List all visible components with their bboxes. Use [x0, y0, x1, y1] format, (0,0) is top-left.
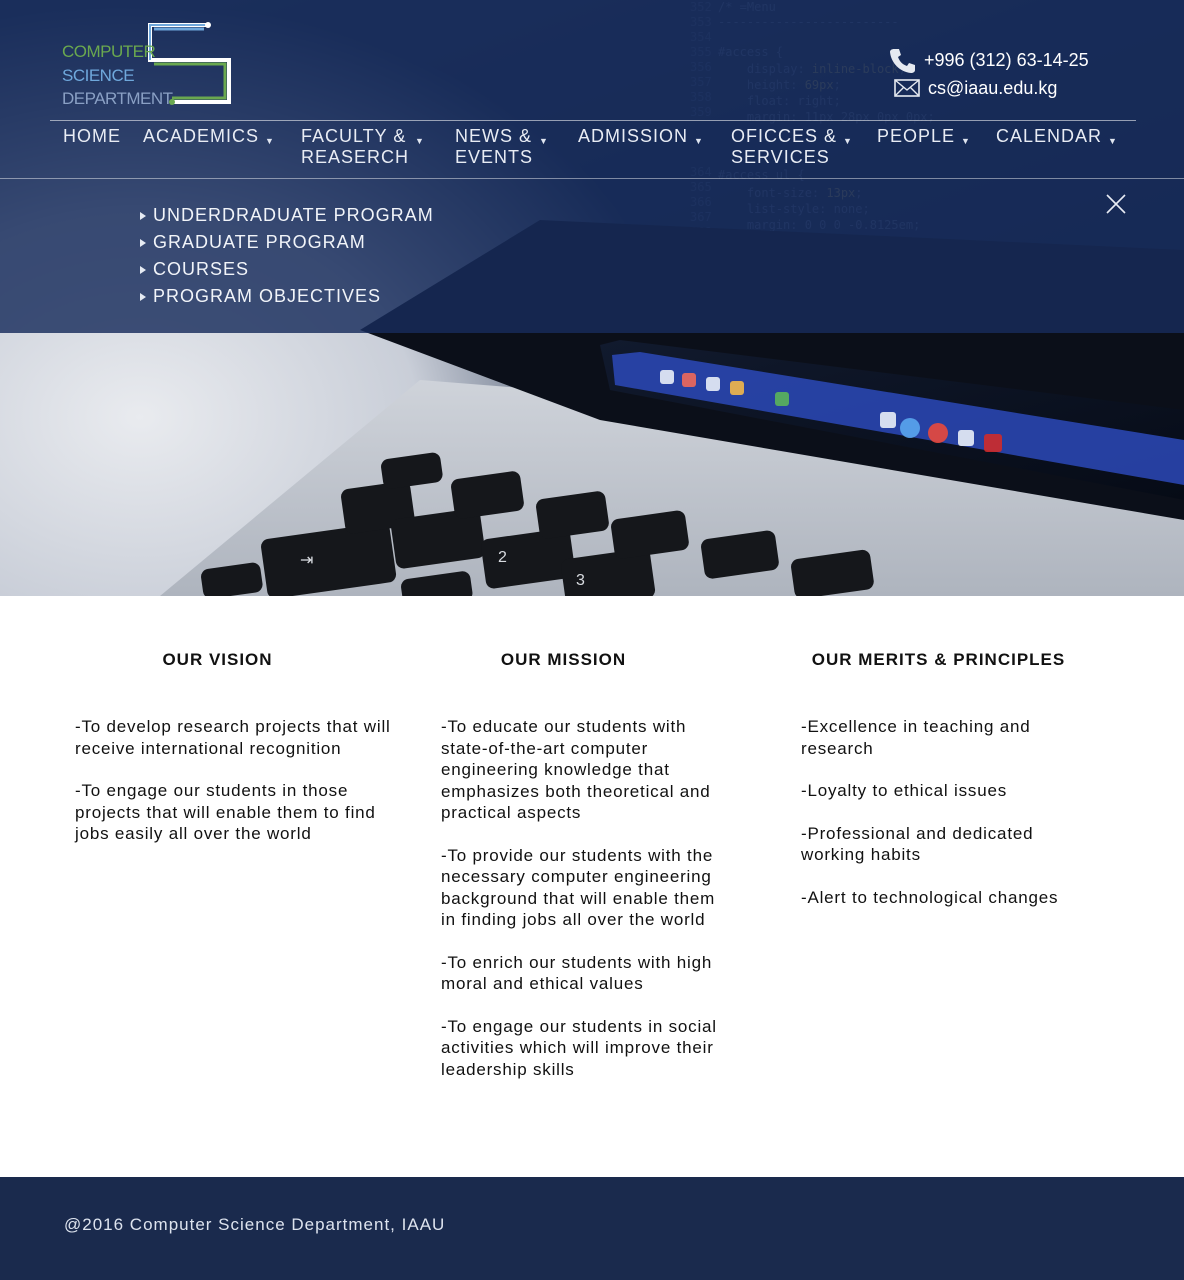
- vision-section: OUR VISION -To develop research projects…: [75, 650, 390, 843]
- nav-people-label: PEOPLE: [877, 126, 956, 146]
- mission-item: -To engage our students in social activi…: [441, 1016, 717, 1079]
- nav-calendar-label: CALENDAR: [996, 126, 1103, 146]
- contact-info: +996 (312) 63-14-25 cs@iaau.edu.kg: [888, 46, 1089, 102]
- academics-dropdown-menu: UNDERDRADUATE PROGRAM GRADUATE PROGRAM C…: [140, 202, 434, 310]
- caret-right-icon: [140, 211, 146, 220]
- dropdown-item-undergraduate[interactable]: UNDERDRADUATE PROGRAM: [140, 202, 434, 229]
- footer: @2016 Computer Science Department, IAAU: [0, 1177, 1184, 1280]
- mission-title: OUR MISSION: [500, 650, 627, 669]
- mail-icon: [894, 79, 920, 97]
- merits-section: OUR MERITS & PRINCIPLES -Excellence in t…: [801, 650, 1076, 907]
- dropdown-item-label: GRADUATE PROGRAM: [153, 232, 366, 252]
- nav-home[interactable]: HOME: [63, 126, 121, 147]
- nav-calendar[interactable]: CALENDAR ▼: [996, 126, 1118, 152]
- chevron-down-icon: ▼: [1108, 136, 1118, 146]
- close-icon[interactable]: [1104, 192, 1128, 216]
- chevron-down-icon: ▼: [843, 136, 853, 146]
- department-logo[interactable]: COMPUTER SCIENCE DEPARTMENT: [62, 20, 242, 110]
- nav-faculty-label: FACULTY & REASERCH: [301, 126, 410, 167]
- chevron-down-icon: ▼: [265, 136, 275, 146]
- merits-item: -Excellence in teaching and research: [801, 717, 1031, 758]
- chevron-down-icon: ▼: [961, 136, 971, 146]
- caret-right-icon: [140, 238, 146, 247]
- copyright-text: @2016 Computer Science Department, IAAU: [64, 1215, 446, 1234]
- nav-bottom-divider: [0, 178, 1184, 179]
- email-address: cs@iaau.edu.kg: [928, 77, 1058, 98]
- dropdown-item-label: COURSES: [153, 259, 250, 279]
- vision-title: OUR VISION: [162, 650, 273, 669]
- mission-section: OUR MISSION -To educate our students wit…: [441, 650, 716, 1079]
- nav-people[interactable]: PEOPLE ▼: [877, 126, 971, 152]
- mission-item: -To provide our students with the necess…: [441, 845, 716, 930]
- chevron-down-icon: ▼: [415, 136, 425, 146]
- caret-right-icon: [140, 265, 146, 274]
- nav-admission[interactable]: ADMISSION ▼: [578, 126, 704, 152]
- dropdown-item-graduate[interactable]: GRADUATE PROGRAM: [140, 229, 434, 256]
- nav-academics[interactable]: ACADEMICS ▼: [143, 126, 275, 152]
- email-row[interactable]: cs@iaau.edu.kg: [894, 74, 1089, 102]
- main-navigation: HOME ACADEMICS ▼ FACULTY & REASERCH ▼ NEW…: [0, 126, 1184, 178]
- chevron-down-icon: ▼: [539, 136, 549, 146]
- nav-top-divider: [50, 120, 1136, 121]
- dropdown-item-program-objectives[interactable]: PROGRAM OBJECTIVES: [140, 283, 434, 310]
- nav-faculty-research[interactable]: FACULTY & REASERCH ▼: [301, 126, 425, 168]
- phone-number: +996 (312) 63-14-25: [924, 49, 1089, 70]
- merits-item: -Loyalty to ethical issues: [801, 781, 1007, 800]
- phone-icon: [890, 49, 915, 73]
- dropdown-item-label: UNDERDRADUATE PROGRAM: [153, 205, 434, 225]
- vision-item: -To engage our students in those project…: [75, 781, 376, 843]
- dropdown-item-courses[interactable]: COURSES: [140, 256, 434, 283]
- nav-admission-label: ADMISSION: [578, 126, 689, 146]
- nav-offices-services[interactable]: OFICCES & SERVICES ▼: [731, 126, 853, 168]
- chevron-down-icon: ▼: [694, 136, 704, 146]
- merits-item: -Alert to technological changes: [801, 887, 1059, 907]
- vision-item: -To develop research projects that will …: [75, 717, 391, 758]
- merits-list: -Excellence in teaching and research -Lo…: [801, 716, 1101, 929]
- mission-list: -To educate our students with state-of-t…: [441, 716, 726, 1101]
- phone-row[interactable]: +996 (312) 63-14-25: [888, 46, 1089, 74]
- logo-text-computer: COMPUTER: [62, 42, 156, 61]
- mission-item: -To enrich our students with high moral …: [441, 952, 713, 994]
- nav-news-label: NEWS & EVENTS: [455, 126, 534, 167]
- caret-right-icon: [140, 292, 146, 301]
- nav-news-events[interactable]: NEWS & EVENTS ▼: [455, 126, 549, 168]
- merits-item: -Professional and dedicated working habi…: [801, 823, 1034, 865]
- merits-title: OUR MERITS & PRINCIPLES: [811, 650, 1066, 669]
- mission-item: -To educate our students with state-of-t…: [441, 717, 711, 822]
- nav-offices-label: OFICCES & SERVICES: [731, 126, 838, 167]
- nav-academics-label: ACADEMICS: [143, 126, 260, 146]
- vision-list: -To develop research projects that will …: [75, 716, 395, 866]
- dropdown-item-label: PROGRAM OBJECTIVES: [153, 286, 382, 306]
- svg-text:2: 2: [498, 549, 507, 566]
- nav-home-label: HOME: [63, 126, 121, 146]
- logo-text-science: SCIENCE: [62, 66, 135, 85]
- svg-text:3: 3: [576, 572, 585, 589]
- svg-text:⇥: ⇥: [300, 552, 313, 569]
- logo-text-department: DEPARTMENT: [62, 89, 173, 108]
